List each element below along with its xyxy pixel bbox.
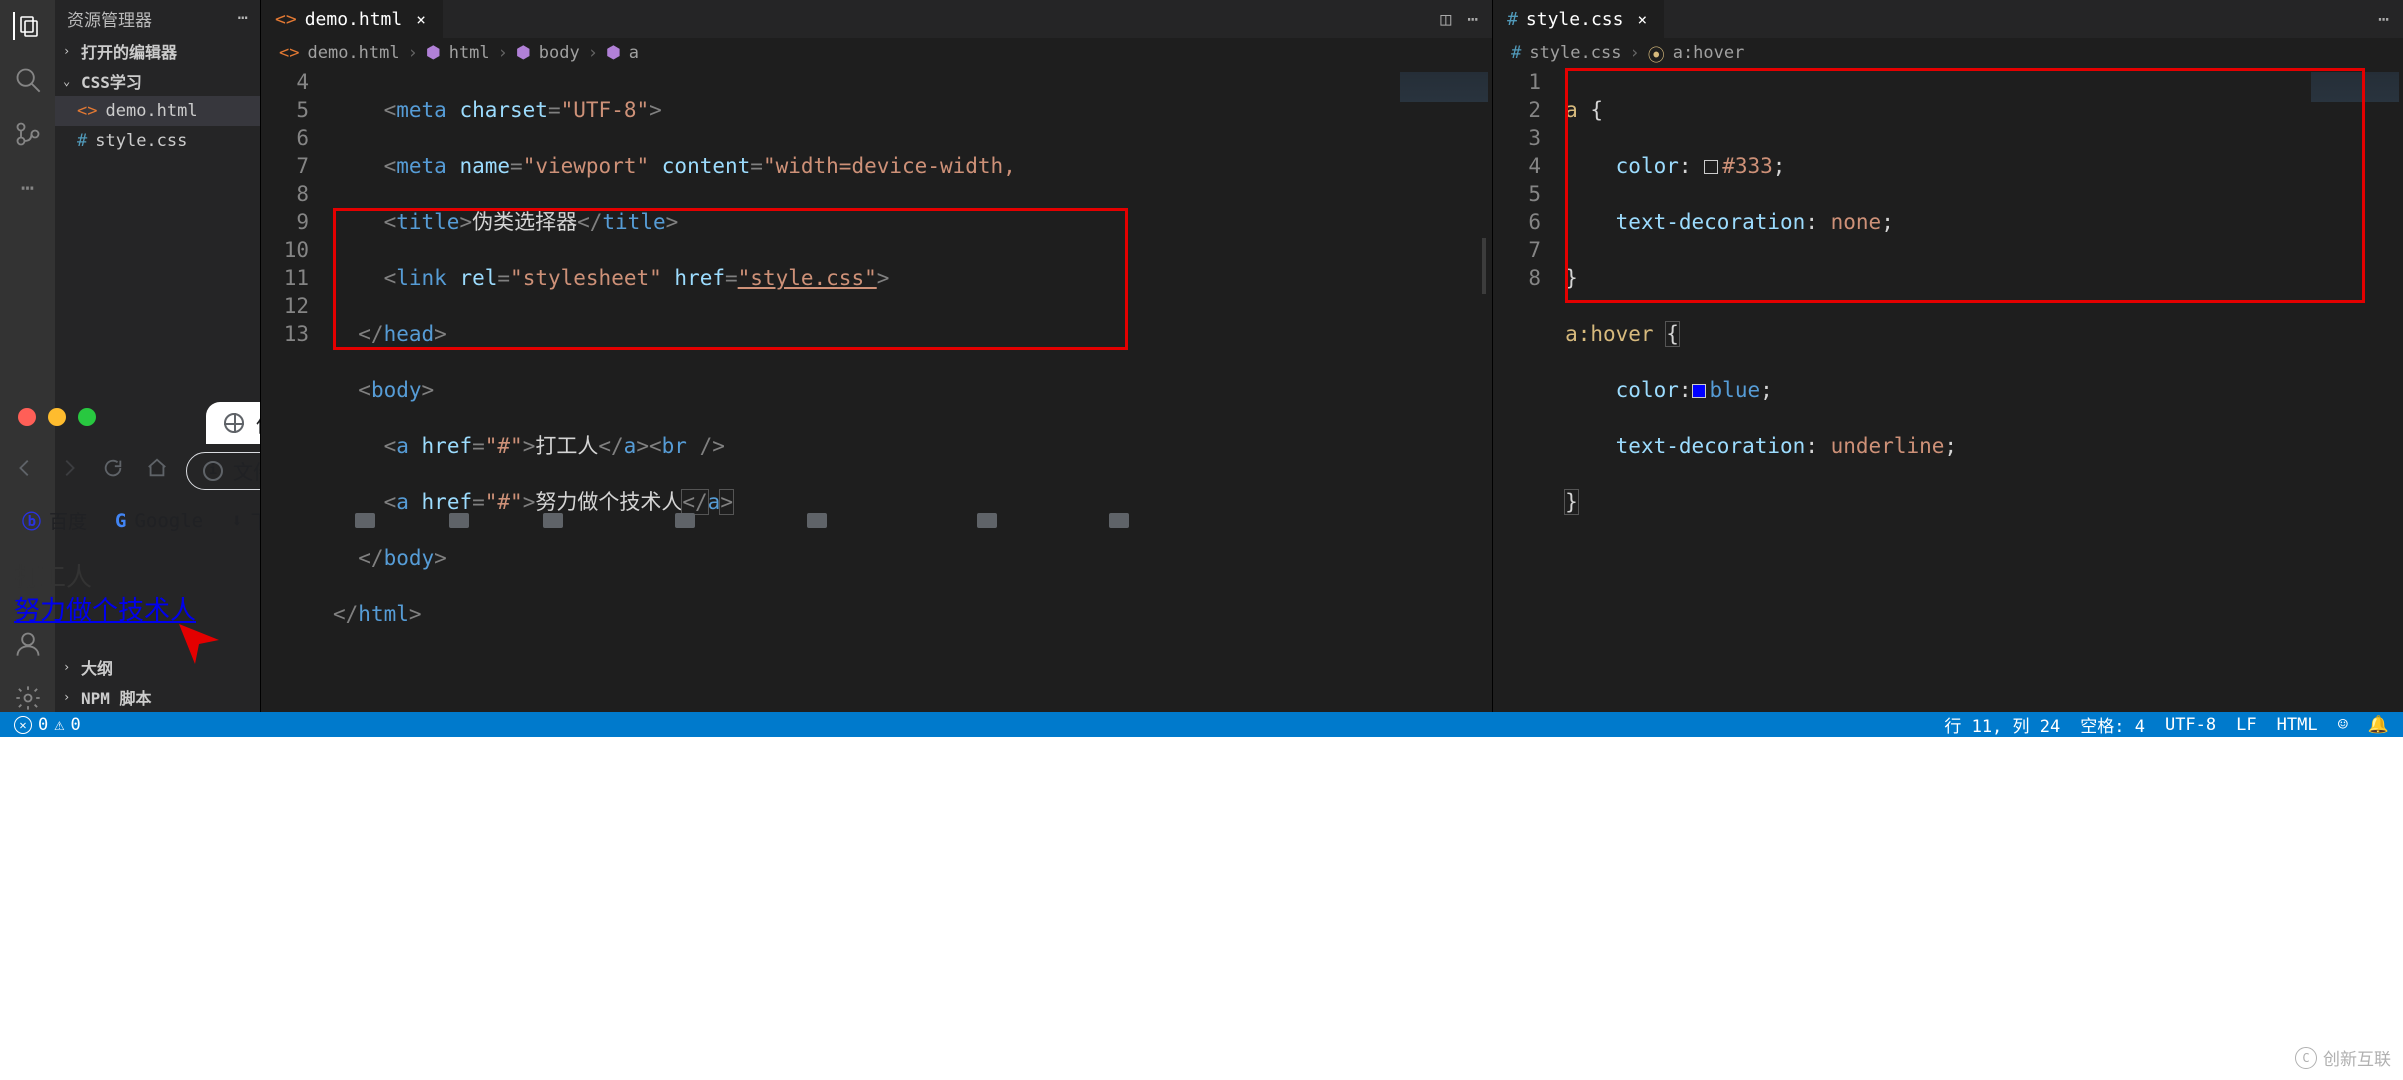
close-icon[interactable]: × bbox=[1637, 10, 1647, 29]
warnings-icon[interactable]: ⚠ bbox=[54, 715, 64, 735]
feedback-icon[interactable]: ☺ bbox=[2338, 715, 2348, 735]
home-button[interactable] bbox=[146, 457, 168, 484]
more-icon[interactable]: ⋯ bbox=[14, 174, 42, 202]
sidebar-title: 资源管理器⋯ bbox=[55, 0, 260, 36]
sidebar-file-demo-html[interactable]: <>demo.html bbox=[55, 96, 260, 126]
split-editor-icon[interactable]: ◫ bbox=[1440, 9, 1451, 30]
folder-icon bbox=[977, 513, 997, 528]
page-link-2-hovered[interactable]: 努力做个技术人 bbox=[14, 596, 196, 625]
encoding[interactable]: UTF-8 bbox=[2165, 715, 2216, 735]
folder-icon bbox=[543, 513, 563, 528]
more-icon[interactable]: ⋯ bbox=[2378, 9, 2389, 30]
sidebar-file-style-css[interactable]: #style.css bbox=[55, 126, 260, 156]
page-viewport: 打工人 努力做个技术人 bbox=[0, 544, 2403, 645]
breadcrumb[interactable]: <>demo.html› ⬢html› ⬢body› ⬢a bbox=[261, 38, 1492, 68]
folder-icon bbox=[355, 513, 375, 528]
download-icon: ⬇︎ bbox=[231, 510, 242, 532]
bookmark-google[interactable]: GGoogle bbox=[115, 510, 203, 532]
cursor-annotation-icon bbox=[175, 620, 223, 668]
forward-button[interactable] bbox=[58, 457, 80, 484]
tab-style-css[interactable]: #style.css× bbox=[1493, 0, 1664, 38]
html-file-icon: <> bbox=[275, 9, 297, 30]
folder-icon bbox=[807, 513, 827, 528]
watermark: C 创新互联 bbox=[2295, 1045, 2391, 1070]
notifications-icon[interactable]: 🔔 bbox=[2368, 715, 2389, 735]
watermark-logo-icon: C bbox=[2295, 1047, 2317, 1069]
language-mode[interactable]: HTML bbox=[2277, 715, 2318, 735]
search-icon[interactable] bbox=[14, 66, 42, 94]
back-button[interactable] bbox=[14, 457, 36, 484]
cursor-position[interactable]: 行 11, 列 24 bbox=[1944, 712, 2060, 737]
folder-icon bbox=[449, 513, 469, 528]
errors-icon[interactable]: ✕ bbox=[14, 716, 32, 734]
eol[interactable]: LF bbox=[2236, 715, 2256, 735]
close-window-button[interactable] bbox=[18, 408, 36, 426]
folder-icon bbox=[1109, 513, 1129, 528]
html-file-icon: <> bbox=[77, 101, 97, 121]
google-icon: G bbox=[115, 510, 126, 532]
split-handle[interactable] bbox=[1482, 238, 1486, 294]
sidebar-section-root[interactable]: ⌄CSS学习 bbox=[55, 66, 260, 96]
settings-gear-icon[interactable] bbox=[14, 684, 42, 712]
minimize-window-button[interactable] bbox=[48, 408, 66, 426]
sidebar-section-outline[interactable]: ›大纲 bbox=[55, 652, 260, 682]
tab-demo-html[interactable]: <>demo.html× bbox=[261, 0, 443, 38]
site-info-icon[interactable]: i bbox=[203, 461, 223, 481]
vscode-window: ⋯ 资源管理器⋯ ›打开的编辑器 ⌄CSS学习 <>demo.html #sty… bbox=[0, 0, 2403, 390]
explorer-icon[interactable] bbox=[13, 12, 41, 40]
maximize-window-button[interactable] bbox=[78, 408, 96, 426]
folder-icon bbox=[675, 513, 695, 528]
close-icon[interactable]: × bbox=[416, 10, 426, 29]
page-link-1[interactable]: 打工人 bbox=[14, 563, 92, 592]
status-bar: ✕ 0 ⚠ 0 行 11, 列 24 空格: 4 UTF-8 LF HTML ☺ 🔔 bbox=[0, 712, 2403, 737]
breadcrumb[interactable]: #style.css› ⦿a:hover bbox=[1493, 38, 2403, 68]
reload-button[interactable] bbox=[102, 457, 124, 484]
sidebar-section-npm[interactable]: ›NPM 脚本 bbox=[55, 682, 260, 712]
window-controls bbox=[18, 408, 96, 426]
more-icon[interactable]: ⋯ bbox=[1467, 9, 1478, 30]
indentation[interactable]: 空格: 4 bbox=[2080, 712, 2145, 737]
css-file-icon: # bbox=[77, 131, 87, 151]
baidu-icon: ⓑ bbox=[22, 507, 41, 534]
css-file-icon: # bbox=[1507, 9, 1518, 30]
source-control-icon[interactable] bbox=[14, 120, 42, 148]
error-count[interactable]: 0 bbox=[38, 715, 48, 735]
warning-count[interactable]: 0 bbox=[71, 715, 81, 735]
bookmark-baidu[interactable]: ⓑ百度 bbox=[22, 507, 87, 534]
sidebar-section-opened-editors[interactable]: ›打开的编辑器 bbox=[55, 36, 260, 66]
globe-icon bbox=[224, 413, 244, 433]
sidebar-more-icon[interactable]: ⋯ bbox=[238, 8, 248, 28]
